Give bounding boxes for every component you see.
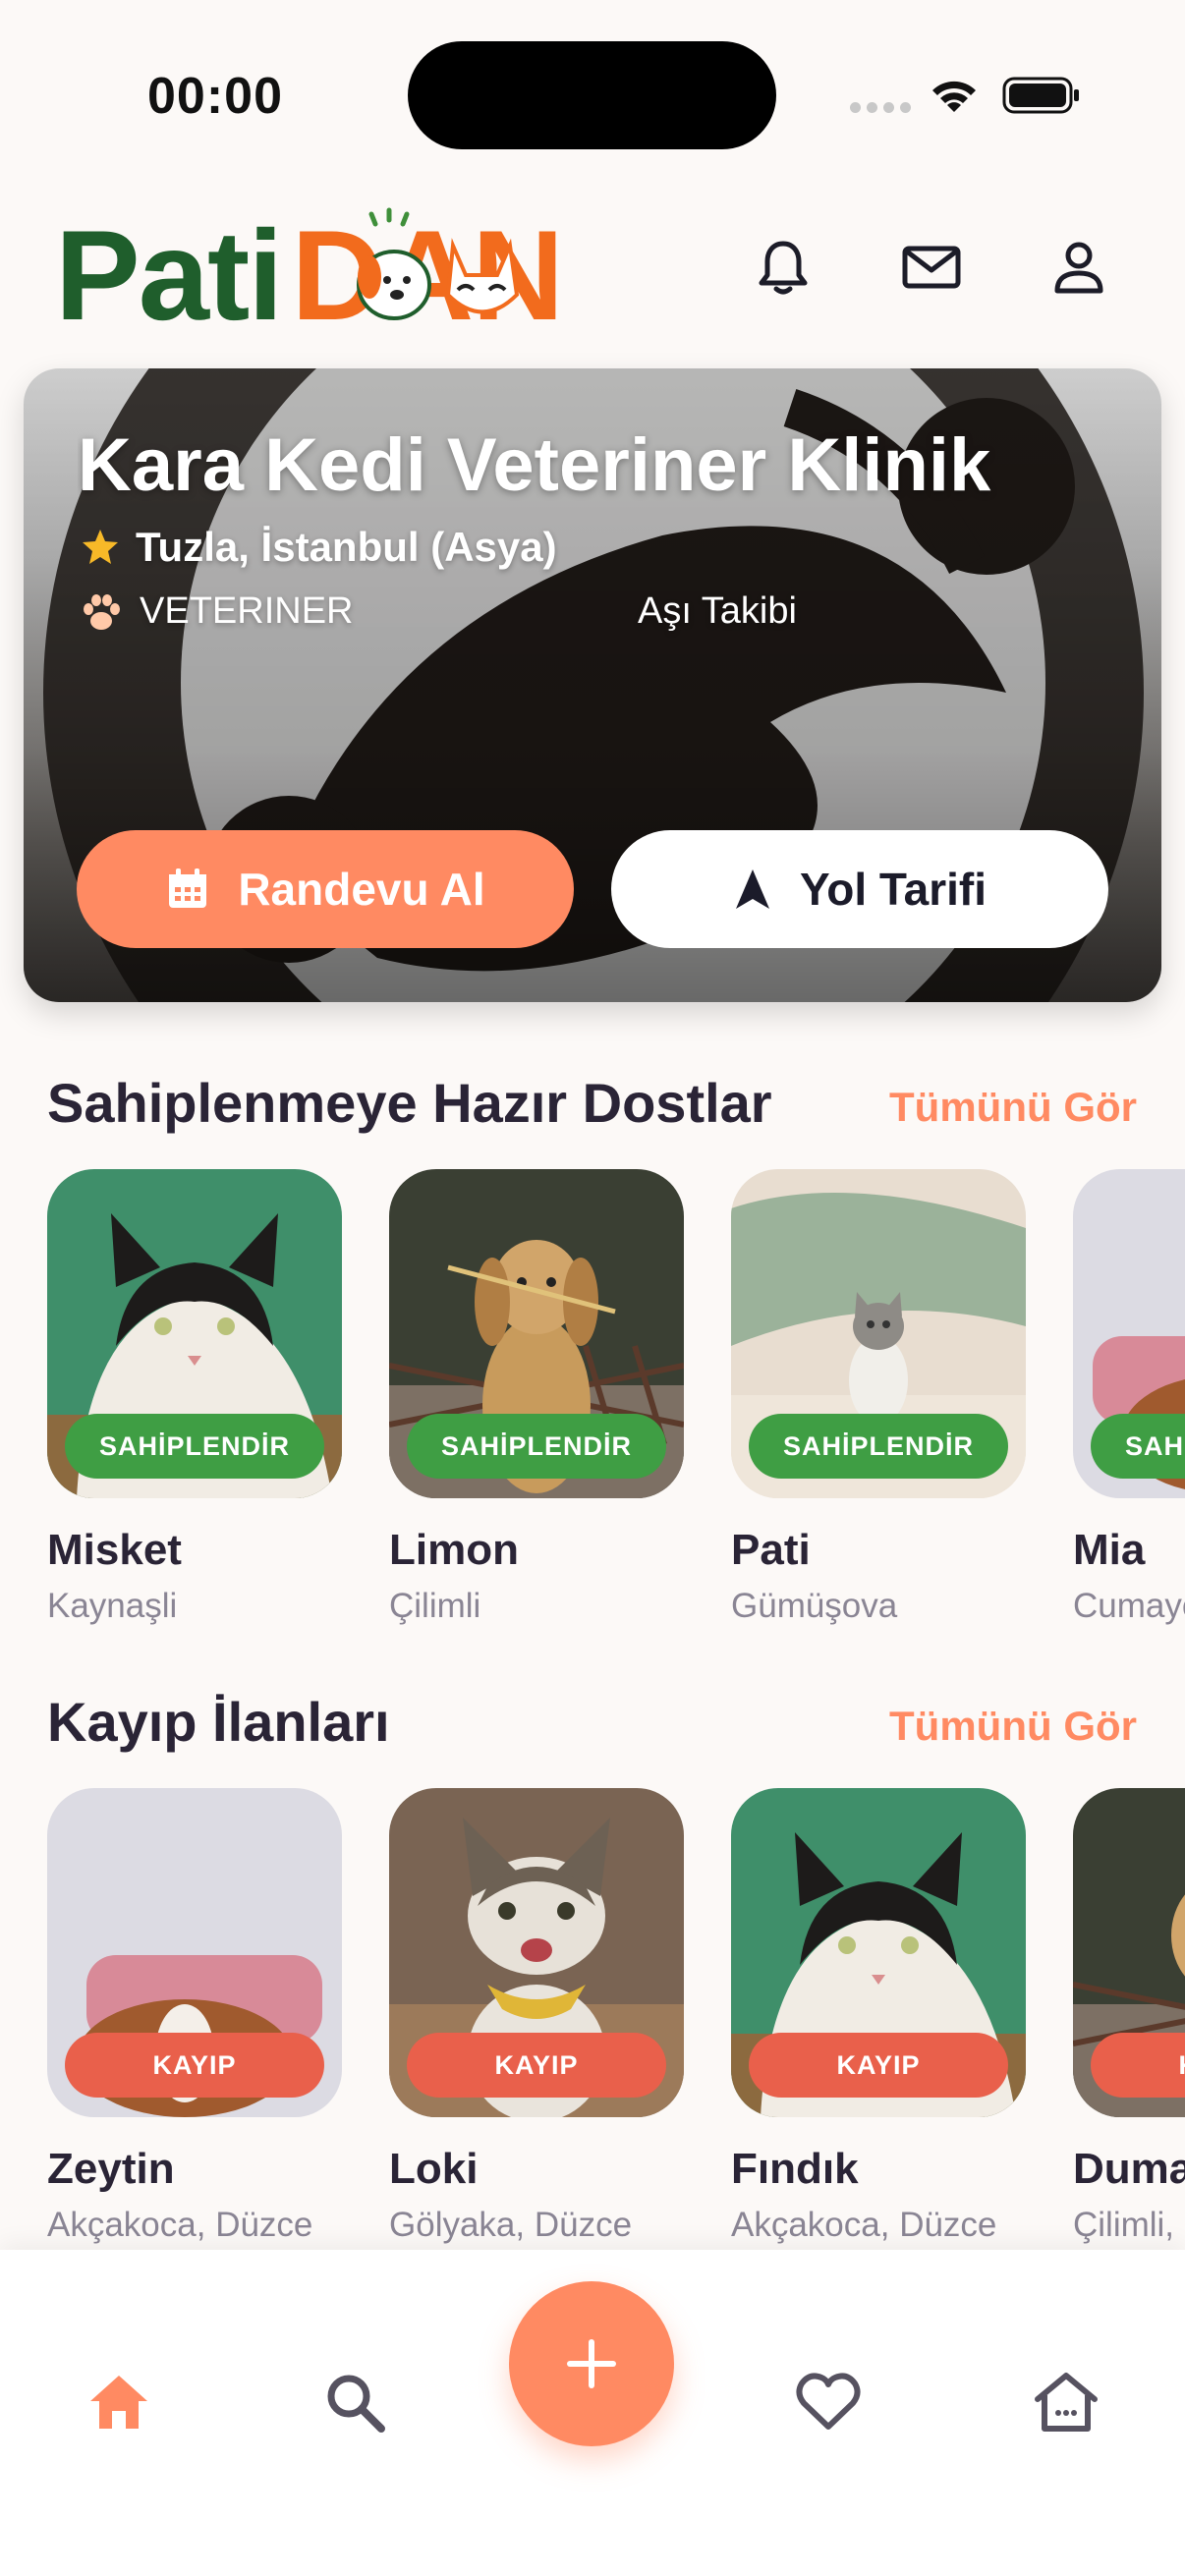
lost-card[interactable]: KAYIP Zeytin Akçakoca, Düzce <box>47 1788 342 2245</box>
adoption-card[interactable]: SAHİPLENDİR Mia Cumayeri <box>1073 1169 1185 1626</box>
pet-name: Limon <box>389 1526 519 1574</box>
lost-card[interactable]: KAYIP Fındık Akçakoca, Düzce <box>731 1788 1026 2245</box>
pet-photo: SAHİPLENDİR <box>1073 1169 1185 1498</box>
adoption-see-all-link[interactable]: Tümünü Gör <box>889 1084 1137 1131</box>
pet-location: Cumayeri <box>1073 1587 1185 1625</box>
logo-text-pati: Pati <box>55 203 283 347</box>
pet-location: Kaynaşli <box>47 1587 178 1625</box>
adopt-badge[interactable]: SAHİPLENDİR <box>65 1414 324 1479</box>
profile-icon[interactable] <box>1047 236 1110 299</box>
adoption-carousel[interactable]: SAHİPLENDİR Misket Kaynaşli SAHİPLENDİR … <box>47 1169 1185 1660</box>
lost-badge[interactable]: KAYIP <box>1091 2033 1185 2098</box>
pet-name: Duman <box>1073 2145 1185 2193</box>
lost-card[interactable]: KAYIP Loki Gölyaka, Düzce <box>389 1788 684 2245</box>
search-icon[interactable] <box>320 2368 389 2436</box>
adopt-badge[interactable]: SAHİPLENDİR <box>407 1414 666 1479</box>
lost-card[interactable]: KAYIP Duman Çilimli, Düzce <box>1073 1788 1185 2245</box>
adoption-card[interactable]: SAHİPLENDİR Pati Gümüşova <box>731 1169 1026 1626</box>
shelter-icon[interactable] <box>1032 2368 1100 2436</box>
pet-location: Gölyaka, Düzce <box>389 2206 633 2244</box>
adoption-card[interactable]: SAHİPLENDİR Limon Çilimli <box>389 1169 684 1626</box>
add-listing-button[interactable] <box>509 2281 674 2446</box>
book-appointment-label: Randevu Al <box>238 864 485 915</box>
pet-name: Zeytin <box>47 2145 175 2193</box>
adopt-badge[interactable]: SAHİPLENDİR <box>1091 1414 1185 1479</box>
star-icon <box>83 530 118 564</box>
adoption-section-title: Sahiplenmeye Hazır Dostlar <box>47 1072 772 1134</box>
notification-bell-icon[interactable] <box>752 236 815 299</box>
wifi-icon <box>932 81 976 112</box>
pet-photo: SAHİPLENDİR <box>47 1169 342 1498</box>
pet-location: Akçakoca, Düzce <box>731 2206 997 2244</box>
lost-section-title: Kayıp İlanları <box>47 1691 390 1753</box>
pet-name: Misket <box>47 1526 182 1574</box>
navigation-arrow-icon <box>736 869 769 909</box>
pet-photo: SAHİPLENDİR <box>731 1169 1026 1498</box>
plus-icon <box>567 2339 616 2388</box>
pet-name: Loki <box>389 2145 479 2193</box>
pet-photo: KAYIP <box>731 1788 1026 2117</box>
pet-location: Çilimli, Düzce <box>1073 2206 1185 2244</box>
logo-pets-illustration <box>357 207 520 320</box>
pet-location: Gümüşova <box>731 1587 898 1625</box>
pet-location: Çilimli <box>389 1587 481 1625</box>
signal-icon <box>850 102 911 113</box>
pet-photo: KAYIP <box>47 1788 342 2117</box>
status-time: 00:00 <box>147 68 283 125</box>
lost-badge[interactable]: KAYIP <box>65 2033 324 2098</box>
message-icon[interactable] <box>900 236 963 299</box>
pet-photo: KAYIP <box>1073 1788 1185 2117</box>
paw-icon <box>84 593 120 630</box>
status-bar: 00:00 <box>0 0 1185 187</box>
clinic-category-text: VETERINER <box>140 590 354 632</box>
calendar-icon <box>169 868 207 908</box>
lost-carousel[interactable]: KAYIP Zeytin Akçakoca, Düzce KAYIP Loki … <box>47 1788 1185 2250</box>
clinic-location-text: Tuzla, İstanbul (Asya) <box>136 524 557 570</box>
dynamic-island <box>408 41 776 149</box>
pet-photo: SAHİPLENDİR <box>389 1169 684 1498</box>
clinic-category: VETERINER <box>81 590 353 633</box>
adoption-card[interactable]: SAHİPLENDİR Misket Kaynaşli <box>47 1169 342 1626</box>
home-icon[interactable] <box>85 2368 153 2436</box>
book-appointment-button[interactable]: Randevu Al <box>77 830 574 948</box>
pet-location: Akçakoca, Düzce <box>47 2206 313 2244</box>
pet-photo: KAYIP <box>389 1788 684 2117</box>
heart-icon[interactable] <box>794 2368 863 2436</box>
pet-name: Fındık <box>731 2145 859 2193</box>
clinic-service: Aşı Takibi <box>638 590 797 632</box>
lost-badge[interactable]: KAYIP <box>749 2033 1008 2098</box>
pet-name: Pati <box>731 1526 811 1574</box>
bottom-tab-bar <box>0 2250 1185 2576</box>
lost-badge[interactable]: KAYIP <box>407 2033 666 2098</box>
adopt-badge[interactable]: SAHİPLENDİR <box>749 1414 1008 1479</box>
battery-icon <box>1002 77 1079 114</box>
get-directions-button[interactable]: Yol Tarifi <box>611 830 1108 948</box>
clinic-name: Kara Kedi Veteriner Klinik <box>78 423 991 507</box>
lost-see-all-link[interactable]: Tümünü Gör <box>889 1703 1137 1750</box>
app-logo[interactable]: Pati DAN <box>55 203 564 347</box>
clinic-location: Tuzla, İstanbul (Asya) <box>81 524 557 571</box>
featured-clinic-card[interactable]: Kara Kedi Veteriner Klinik Tuzla, İstanb… <box>24 368 1161 1002</box>
pet-name: Mia <box>1073 1526 1146 1574</box>
get-directions-label: Yol Tarifi <box>800 864 987 915</box>
